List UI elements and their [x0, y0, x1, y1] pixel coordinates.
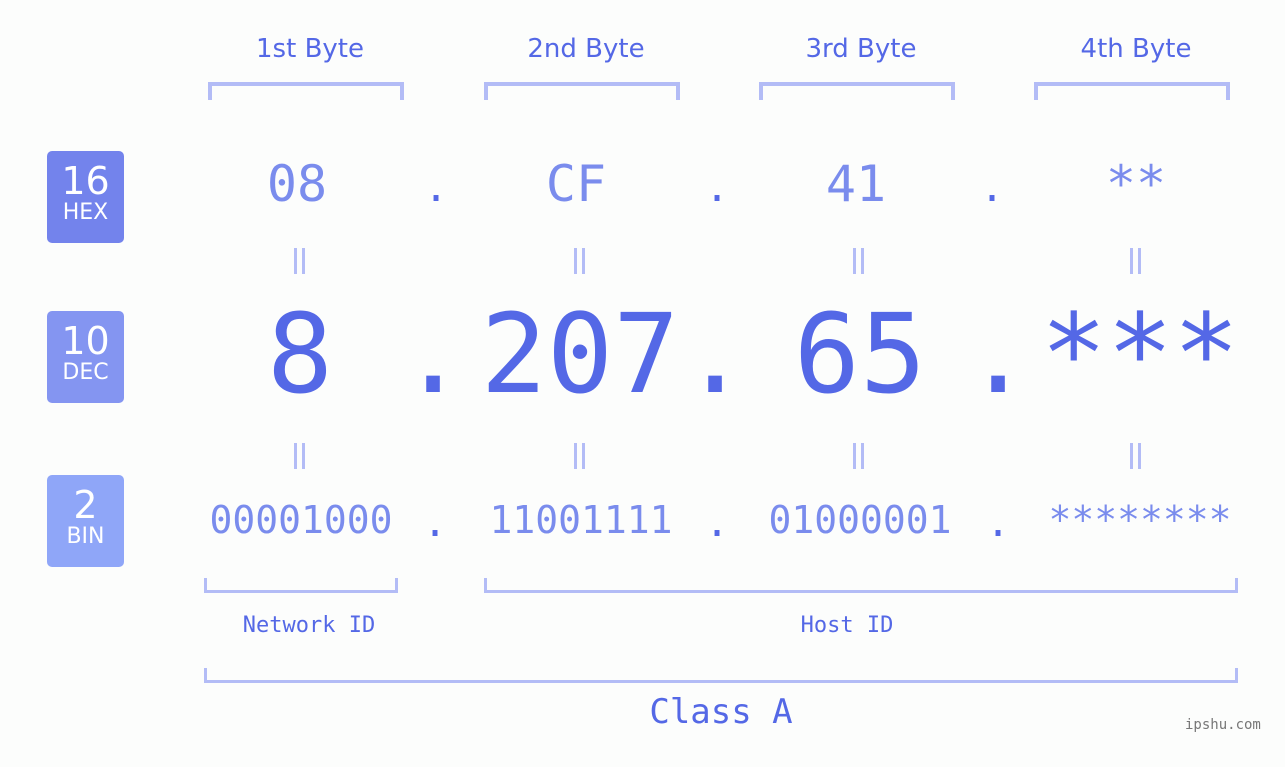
bin-separator-3: . — [986, 500, 1011, 546]
bin-byte-1: 00001000 — [209, 498, 393, 542]
hex-byte-3: 41 — [825, 155, 887, 213]
dec-byte-4: *** — [1040, 290, 1240, 418]
dec-badge: 10 DEC — [47, 311, 124, 403]
class-label: Class A — [649, 692, 793, 732]
byte-bracket-2 — [484, 82, 680, 100]
dec-byte-3: 65 — [793, 290, 927, 418]
network-id-bracket — [204, 578, 398, 593]
byte-header-1: 1st Byte — [256, 34, 364, 64]
host-id-label: Host ID — [800, 613, 894, 638]
dec-separator-1: . — [400, 290, 467, 418]
bin-byte-3: 01000001 — [768, 498, 952, 542]
hex-badge: 16 HEX — [47, 151, 124, 243]
byte-header-4: 4th Byte — [1080, 34, 1192, 64]
hex-separator-2: . — [705, 165, 730, 211]
dec-byte-2: 207 — [480, 290, 680, 418]
byte-bracket-1 — [208, 82, 404, 100]
bin-badge: 2 BIN — [47, 475, 124, 567]
dec-separator-2: . — [682, 290, 749, 418]
hex-badge-base: 16 — [61, 159, 110, 203]
equals-sign — [851, 443, 865, 469]
network-id-label: Network ID — [242, 613, 376, 638]
byte-bracket-4 — [1034, 82, 1230, 100]
bin-separator-2: . — [705, 500, 730, 546]
host-id-bracket — [484, 578, 1238, 593]
byte-header-2: 2nd Byte — [527, 34, 645, 64]
equals-sign — [292, 248, 306, 274]
bin-byte-2: 11001111 — [489, 498, 673, 542]
bin-separator-1: . — [423, 500, 448, 546]
dec-byte-1: 8 — [266, 290, 334, 418]
byte-bracket-3 — [759, 82, 955, 100]
dec-separator-3: . — [965, 290, 1032, 418]
equals-sign — [851, 248, 865, 274]
hex-badge-label: HEX — [62, 200, 109, 225]
dec-badge-label: DEC — [62, 360, 109, 385]
class-bracket — [204, 668, 1238, 683]
bin-badge-base: 2 — [73, 483, 98, 527]
hex-separator-1: . — [424, 165, 449, 211]
equals-sign — [1128, 248, 1142, 274]
dec-badge-base: 10 — [61, 319, 110, 363]
bin-badge-label: BIN — [66, 524, 105, 549]
bin-byte-4: ******** — [1048, 498, 1232, 542]
hex-byte-4: ** — [1105, 155, 1167, 213]
hex-byte-2: CF — [545, 155, 607, 213]
hex-separator-3: . — [980, 165, 1005, 211]
hex-byte-1: 08 — [266, 155, 328, 213]
equals-sign — [292, 443, 306, 469]
equals-sign — [572, 443, 586, 469]
watermark: ipshu.com — [1185, 717, 1261, 733]
equals-sign — [1128, 443, 1142, 469]
byte-header-3: 3rd Byte — [805, 34, 917, 64]
equals-sign — [572, 248, 586, 274]
